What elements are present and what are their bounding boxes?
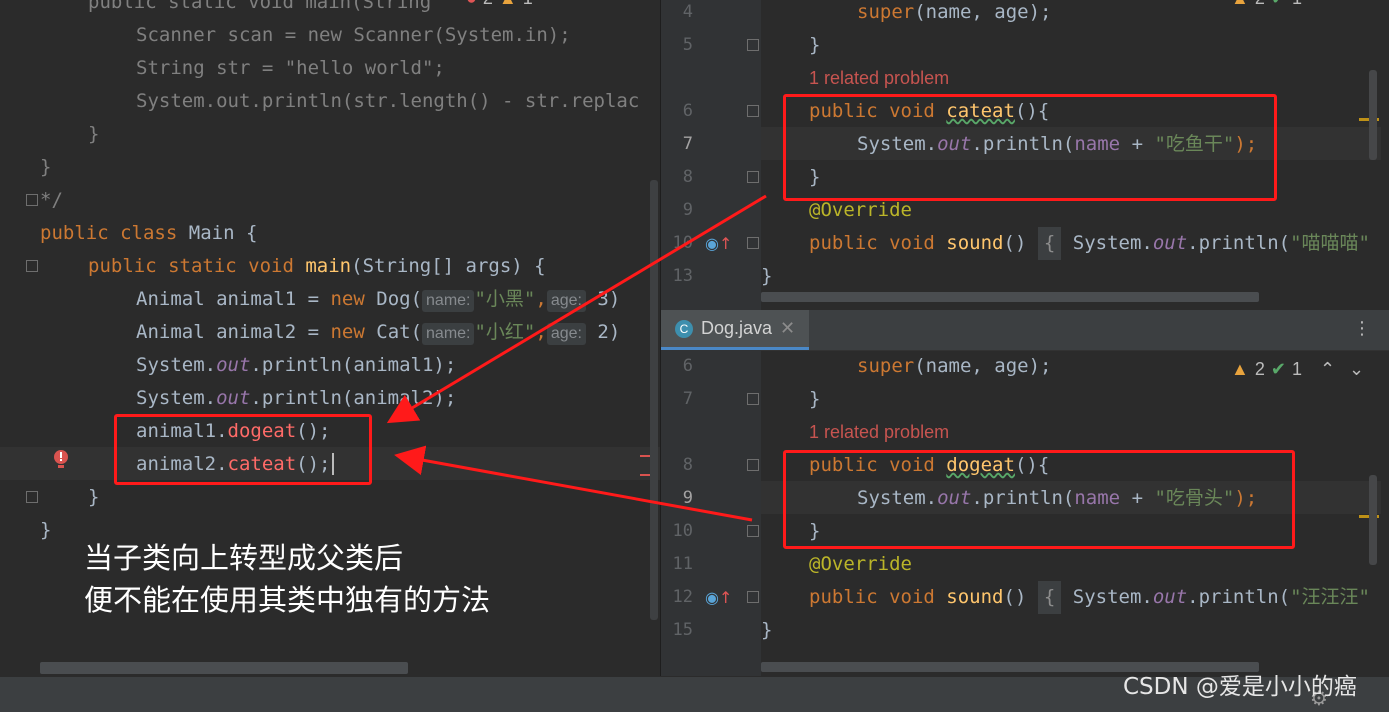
code-line: } [809,34,821,56]
code-line: } [761,265,773,287]
code-line-super: super(name, age); [857,355,1052,377]
line-number: 11 [672,554,693,574]
line-number: 15 [672,620,693,640]
code-line: Scanner scan = new Scanner(System.in); [136,24,571,46]
code-line: String str = "hello world"; [136,57,445,79]
warning-icon: ▲ [1231,0,1249,9]
fold-marker-icon[interactable] [747,39,759,51]
line-number: 13 [672,266,693,286]
override-method-icon[interactable]: ◉↑ [705,588,732,607]
dog-editor[interactable]: C Dog.java ✕ ⋮ 6 7 8 9 10 11 12 15 ◉↑ su… [660,310,1389,676]
line-number: 12 [672,587,693,607]
param-hint: age: [546,323,586,345]
fold-marker-icon[interactable] [747,393,759,405]
code-line-print2: System.out.println(animal2); [136,387,457,409]
code-line: } [88,123,100,145]
check-icon: ✔ [1271,0,1286,9]
fold-marker-icon[interactable] [747,459,759,471]
line-number: 6 [682,101,693,121]
fold-marker-icon[interactable] [747,525,759,537]
line-number: 6 [682,356,693,376]
chevron-down-icon[interactable]: ⌄ [1349,359,1364,380]
code-line-print1: System.out.println(animal1); [136,354,457,376]
code-line-animal1: Animal animal1 = new Dog(name: "小黑", age: … [136,288,621,312]
line-number: 9 [682,488,693,508]
line-number: 8 [682,167,693,187]
sound-method-line: public void sound() { System.out.println… [809,581,1370,614]
folded-block[interactable]: { [1037,581,1062,614]
inspection-widget[interactable]: ▲ 2 ✔ 1 [1231,0,1302,9]
warning-icon: ▲ [499,0,517,9]
sound-method-line: public void sound() { System.out.println… [809,227,1370,260]
override-annotation: @Override [809,553,912,575]
line-number: 7 [682,134,693,154]
fold-marker-icon[interactable] [26,260,38,272]
fold-marker-icon[interactable] [747,171,759,183]
param-hint: name: [422,290,475,312]
chevron-up-icon[interactable]: ⌃ [1320,359,1335,380]
override-method-icon[interactable]: ◉↑ [705,234,732,253]
annotation-line-2: 便不能在使用其类中独有的方法 [84,583,491,617]
fold-marker-icon[interactable] [747,237,759,249]
more-options-icon[interactable]: ⋮ [1353,318,1371,339]
close-icon[interactable]: ✕ [780,318,795,339]
cat-editor[interactable]: 4 5 6 7 8 9 10 13 ◉↑ super(name, age); ▲… [660,0,1389,310]
horizontal-scrollbar[interactable] [40,662,408,674]
line-number: 5 [682,35,693,55]
vertical-scrollbar[interactable] [1369,475,1377,565]
error-count: 2 [483,0,493,9]
highlight-box [114,414,372,485]
horizontal-scrollbar[interactable] [761,292,1259,302]
code-line: } [761,619,773,641]
tab-dog-java[interactable]: C Dog.java ✕ [661,310,810,350]
param-hint: age: [546,290,586,312]
folded-block[interactable]: { [1037,227,1062,260]
fold-marker-icon[interactable] [747,105,759,117]
annotation-line-1: 当子类向上转型成父类后 [84,541,404,575]
highlight-box [783,450,1295,549]
vertical-scrollbar[interactable] [1369,70,1377,160]
watermark: CSDN @爱是小小的癌 [1123,674,1357,700]
code-line: } [809,388,821,410]
param-hint: name: [422,323,475,345]
line-number: 7 [682,389,693,409]
fold-marker-icon[interactable] [26,194,38,206]
line-number: 4 [682,2,693,22]
line-number: 10 [672,233,693,253]
error-icon: ● [466,0,477,9]
line-number: 10 [672,521,693,541]
warning-icon: ▲ [1231,359,1249,379]
error-bulb-icon[interactable] [53,449,69,471]
fold-marker-icon[interactable] [747,591,759,603]
code-line: } [40,519,52,541]
inspection-widget[interactable]: ▲ 2 ✔ 1 ⌃ ⌄ [1231,359,1364,380]
code-line: } [40,156,52,178]
line-number: 8 [682,455,693,475]
related-problem-hint[interactable]: 1 related problem [809,66,949,90]
main-method-declaration: public static void main(String[] args) { [88,255,546,277]
code-line: public static void main(String [88,0,432,13]
class-file-icon: C [675,319,693,338]
left-editor[interactable]: public static void main(String ● 2 ▲ 1 S… [0,0,660,676]
code-line: } [88,486,100,508]
related-problem-hint[interactable]: 1 related problem [809,420,949,444]
code-line: System.out.println(str.length() - str.re… [136,90,640,112]
check-icon: ✔ [1270,359,1286,379]
code-line: */ [40,189,63,211]
line-number: 9 [682,200,693,220]
warning-count: 1 [523,0,533,9]
code-line-super: super(name, age); [857,1,1052,23]
inspection-widget[interactable]: ● 2 ▲ 1 [466,0,533,9]
highlight-box [783,94,1277,201]
class-declaration: public class Main { [40,222,258,244]
code-line-animal2: Animal animal2 = new Cat(name: "小红", age: … [136,321,621,345]
fold-marker-icon[interactable] [26,491,38,503]
